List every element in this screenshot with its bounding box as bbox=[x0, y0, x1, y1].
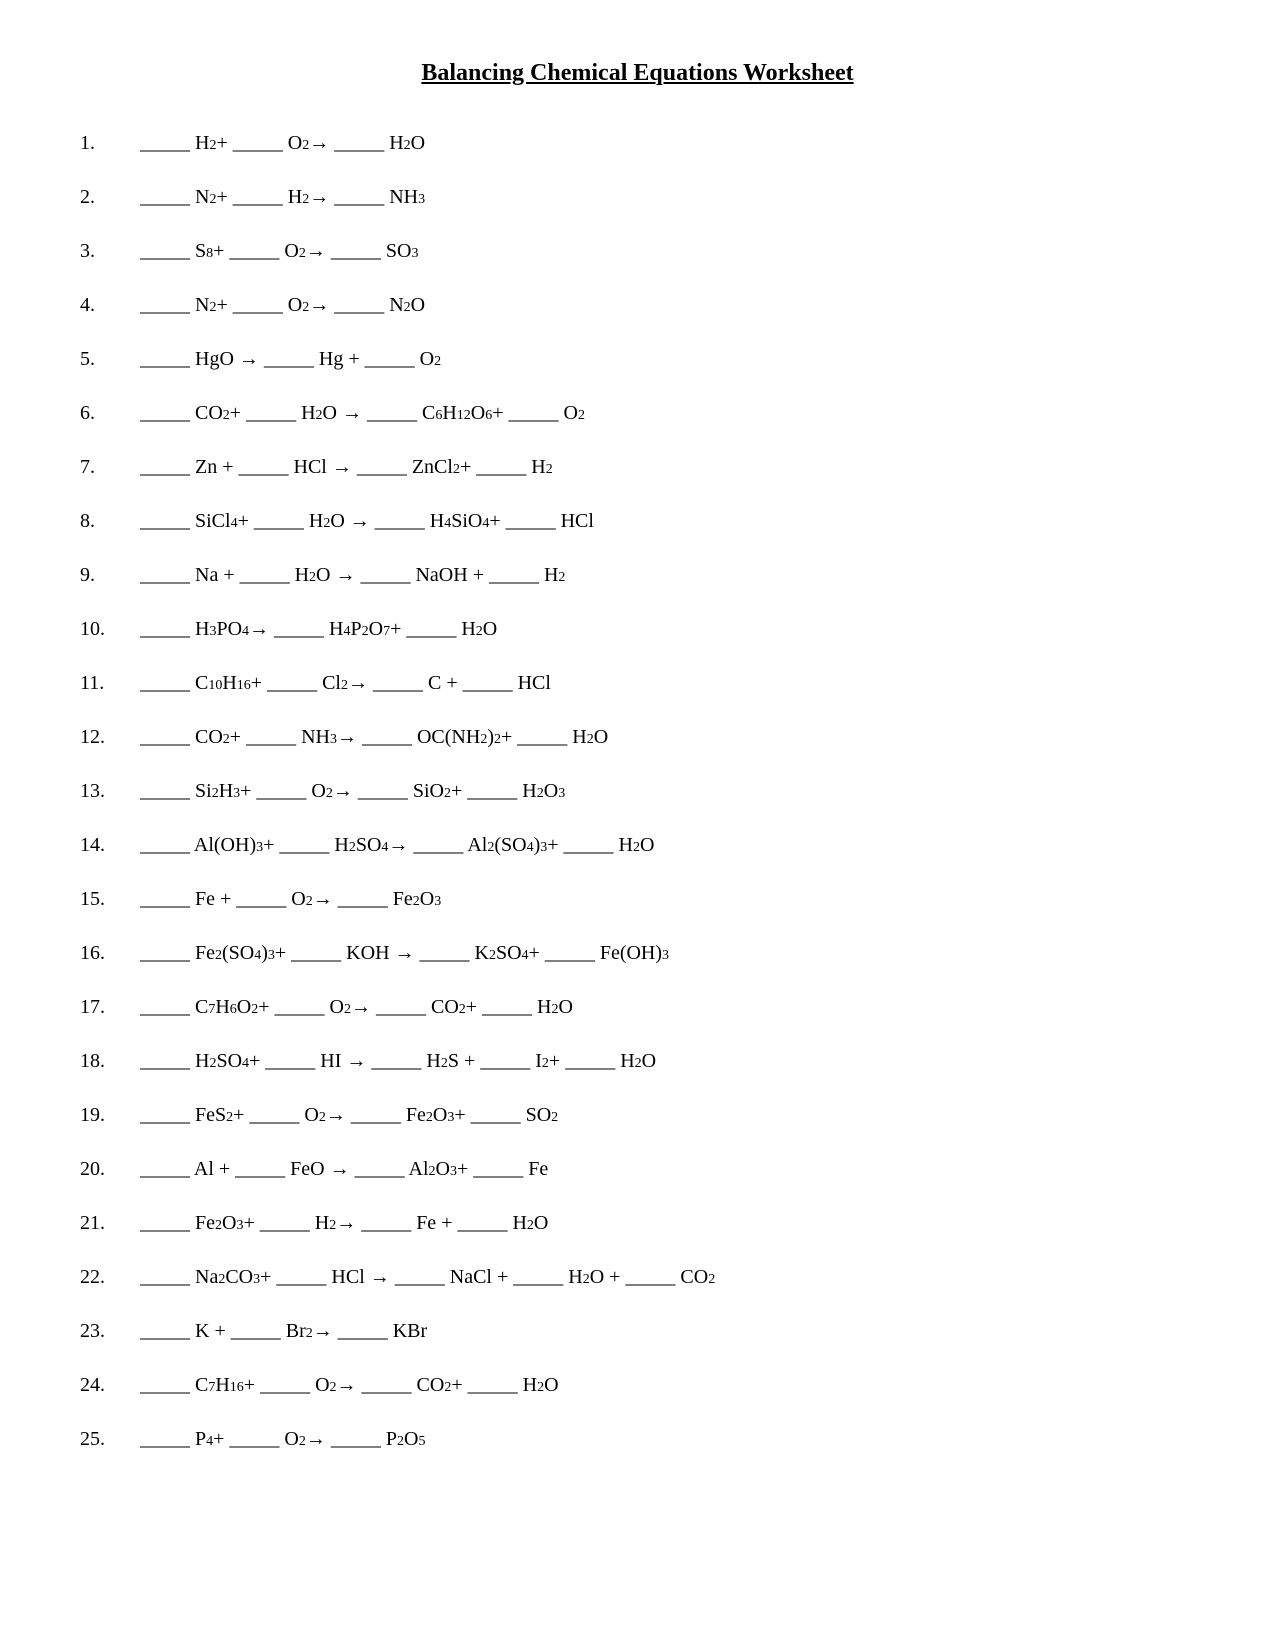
equation-number: 8. bbox=[80, 505, 140, 537]
equation-content: _____ H2 + _____ O2 → _____ H2O bbox=[140, 127, 425, 159]
equation-content: _____ H3PO4 → _____ H4P2O7 + _____ H2O bbox=[140, 613, 497, 645]
equation-content: _____ Si2H3 + _____ O2 → _____ SiO2 + __… bbox=[140, 775, 565, 807]
equation-number: 5. bbox=[80, 343, 140, 375]
equation-number: 21. bbox=[80, 1207, 140, 1239]
equation-content: _____ C7H6O2 + _____ O2 → _____ CO2 + __… bbox=[140, 991, 573, 1023]
equation-content: _____ P4 + _____ O2 → _____ P2O5 bbox=[140, 1423, 425, 1455]
equation-number: 9. bbox=[80, 559, 140, 591]
equation-row: 20._____ Al + _____ FeO → _____ Al2O3 + … bbox=[80, 1153, 1195, 1185]
equation-number: 7. bbox=[80, 451, 140, 483]
equation-row: 3._____ S8 + _____ O2 → _____ SO3 bbox=[80, 235, 1195, 267]
equation-content: _____ FeS2 + _____ O2 → _____ Fe2O3 + __… bbox=[140, 1099, 558, 1131]
equation-row: 13._____ Si2H3 + _____ O2 → _____ SiO2 +… bbox=[80, 775, 1195, 807]
equation-row: 17._____ C7H6O2 + _____ O2 → _____ CO2 +… bbox=[80, 991, 1195, 1023]
equation-content: _____ SiCl4 + _____ H2O → _____ H4SiO4 +… bbox=[140, 505, 594, 537]
equation-content: _____ CO2 + _____ NH3 → _____ OC(NH2)2 +… bbox=[140, 721, 608, 753]
equation-content: _____ Na2CO3 + _____ HCl → _____ NaCl + … bbox=[140, 1261, 715, 1293]
equation-row: 11._____ C10H16 + _____ Cl2 → _____ C + … bbox=[80, 667, 1195, 699]
equation-row: 25._____ P4 + _____ O2 → _____ P2O5 bbox=[80, 1423, 1195, 1455]
equation-row: 4._____ N2 + _____ O2 → _____ N2O bbox=[80, 289, 1195, 321]
equation-row: 2._____ N2 + _____ H2 → _____ NH3 bbox=[80, 181, 1195, 213]
equation-row: 18._____ H2SO4 + _____ HI → _____ H2S + … bbox=[80, 1045, 1195, 1077]
equation-content: _____ Fe2O3 + _____ H2 → _____ Fe + ____… bbox=[140, 1207, 548, 1239]
equation-content: _____ C10H16 + _____ Cl2 → _____ C + ___… bbox=[140, 667, 551, 699]
equation-row: 12._____ CO2 + _____ NH3 → _____ OC(NH2)… bbox=[80, 721, 1195, 753]
equation-content: _____ Fe + _____ O2 → _____ Fe2O3 bbox=[140, 883, 441, 915]
equation-number: 15. bbox=[80, 883, 140, 915]
equation-content: _____ K + _____ Br2 → _____ KBr bbox=[140, 1315, 427, 1347]
equation-content: _____ CO2 + _____ H2O → _____ C6H12O6 + … bbox=[140, 397, 585, 429]
equation-content: _____ HgO → _____ Hg + _____ O2 bbox=[140, 343, 441, 375]
equation-content: _____ Zn + _____ HCl → _____ ZnCl2 + ___… bbox=[140, 451, 553, 483]
equation-row: 1._____ H2 + _____ O2 → _____ H2O bbox=[80, 127, 1195, 159]
equation-row: 19._____ FeS2 + _____ O2 → _____ Fe2O3 +… bbox=[80, 1099, 1195, 1131]
equation-content: _____ S8 + _____ O2 → _____ SO3 bbox=[140, 235, 418, 267]
equation-number: 17. bbox=[80, 991, 140, 1023]
equation-row: 15._____ Fe + _____ O2 → _____ Fe2O3 bbox=[80, 883, 1195, 915]
equation-number: 25. bbox=[80, 1423, 140, 1455]
equation-row: 8._____ SiCl4 + _____ H2O → _____ H4SiO4… bbox=[80, 505, 1195, 537]
equation-row: 23._____ K + _____ Br2 → _____ KBr bbox=[80, 1315, 1195, 1347]
equation-row: 24._____ C7H16 + _____ O2 → _____ CO2 + … bbox=[80, 1369, 1195, 1401]
equation-number: 18. bbox=[80, 1045, 140, 1077]
equation-row: 21._____ Fe2O3 + _____ H2 → _____ Fe + _… bbox=[80, 1207, 1195, 1239]
equation-number: 24. bbox=[80, 1369, 140, 1401]
equation-number: 16. bbox=[80, 937, 140, 969]
equation-content: _____ Fe2(SO4)3 + _____ KOH → _____ K2SO… bbox=[140, 937, 669, 969]
equation-content: _____ N2 + _____ H2 → _____ NH3 bbox=[140, 181, 425, 213]
equation-number: 3. bbox=[80, 235, 140, 267]
equation-row: 7._____ Zn + _____ HCl → _____ ZnCl2 + _… bbox=[80, 451, 1195, 483]
equation-content: _____ Na + _____ H2O → _____ NaOH + ____… bbox=[140, 559, 565, 591]
equation-row: 16._____ Fe2(SO4)3 + _____ KOH → _____ K… bbox=[80, 937, 1195, 969]
equation-content: _____ C7H16 + _____ O2 → _____ CO2 + ___… bbox=[140, 1369, 559, 1401]
equation-row: 9._____ Na + _____ H2O → _____ NaOH + __… bbox=[80, 559, 1195, 591]
equation-row: 5._____ HgO → _____ Hg + _____ O2 bbox=[80, 343, 1195, 375]
equation-number: 14. bbox=[80, 829, 140, 861]
equation-number: 23. bbox=[80, 1315, 140, 1347]
equation-number: 2. bbox=[80, 181, 140, 213]
equation-number: 13. bbox=[80, 775, 140, 807]
equation-number: 6. bbox=[80, 397, 140, 429]
equation-number: 10. bbox=[80, 613, 140, 645]
equation-row: 6._____ CO2 + _____ H2O → _____ C6H12O6 … bbox=[80, 397, 1195, 429]
equation-row: 14._____ Al(OH)3 + _____ H2SO4 → _____ A… bbox=[80, 829, 1195, 861]
equation-number: 4. bbox=[80, 289, 140, 321]
equation-number: 1. bbox=[80, 127, 140, 159]
equation-content: _____ Al(OH)3 + _____ H2SO4 → _____ Al2(… bbox=[140, 829, 654, 861]
equation-number: 22. bbox=[80, 1261, 140, 1293]
equation-number: 12. bbox=[80, 721, 140, 753]
equation-number: 20. bbox=[80, 1153, 140, 1185]
equation-row: 10._____ H3PO4 → _____ H4P2O7 + _____ H2… bbox=[80, 613, 1195, 645]
equation-content: _____ N2 + _____ O2 → _____ N2O bbox=[140, 289, 425, 321]
equation-number: 11. bbox=[80, 667, 140, 699]
equation-list: 1._____ H2 + _____ O2 → _____ H2O2._____… bbox=[80, 127, 1195, 1455]
equation-row: 22._____ Na2CO3 + _____ HCl → _____ NaCl… bbox=[80, 1261, 1195, 1293]
equation-number: 19. bbox=[80, 1099, 140, 1131]
equation-content: _____ H2SO4 + _____ HI → _____ H2S + ___… bbox=[140, 1045, 656, 1077]
page-title: Balancing Chemical Equations Worksheet bbox=[80, 60, 1195, 87]
equation-content: _____ Al + _____ FeO → _____ Al2O3 + ___… bbox=[140, 1153, 548, 1185]
